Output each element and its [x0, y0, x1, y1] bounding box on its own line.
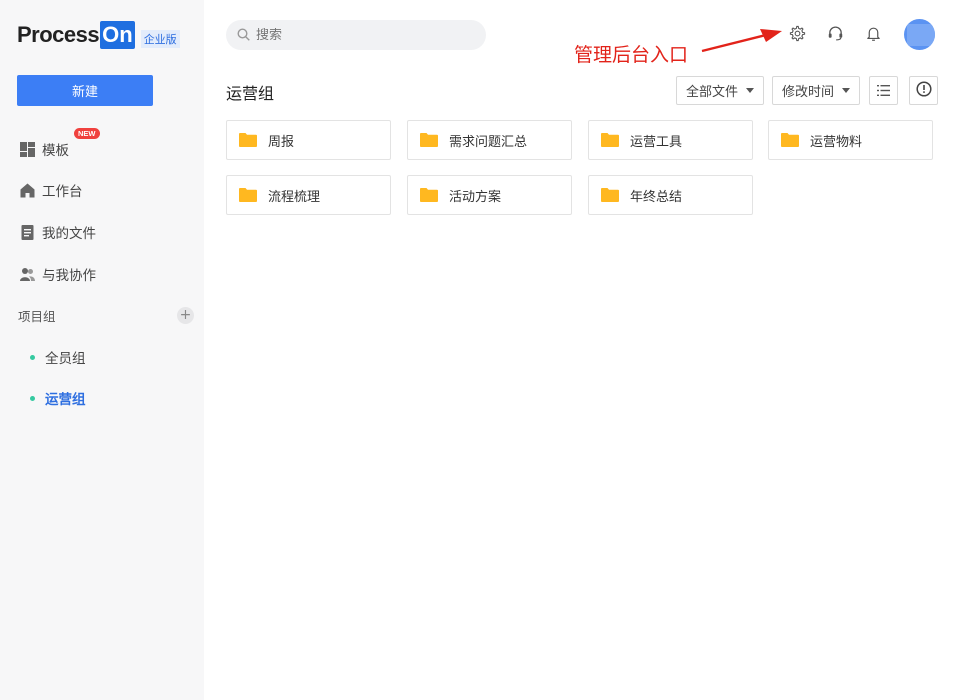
enterprise-badge: 企业版	[140, 30, 180, 48]
sidebar-item-label: 模板	[42, 143, 69, 159]
folder-card[interactable]: 活动方案	[407, 175, 572, 215]
new-button[interactable]: 新建	[17, 75, 153, 106]
folder-card[interactable]: 流程梳理	[226, 175, 391, 215]
people-icon	[20, 267, 35, 282]
processon-logo[interactable]: Process On 企业版	[17, 21, 180, 49]
caret-down-icon	[746, 88, 755, 93]
sidebar-item-label: 我的文件	[42, 226, 96, 242]
sidebar-item-collaboration[interactable]: 与我协作	[20, 264, 96, 284]
folder-icon	[420, 188, 438, 202]
info-button[interactable]	[909, 76, 938, 105]
sidebar-item-workbench[interactable]: 工作台	[20, 180, 83, 200]
sidebar-item-label: 与我协作	[42, 268, 96, 284]
sidebar-item-label: 工作台	[42, 184, 83, 200]
sidebar: Process On 企业版 新建 模板 NEW 工作台 我的文件 与我协作 项…	[0, 0, 204, 700]
search-input[interactable]	[256, 27, 456, 43]
filter-label: 全部文件	[686, 85, 739, 100]
sort-label: 修改时间	[782, 85, 835, 100]
folder-card[interactable]: 运营工具	[588, 120, 753, 160]
filter-dropdown[interactable]: 全部文件	[676, 76, 765, 105]
group-item-label: 运营组	[45, 392, 86, 408]
admin-entry-annotation: 管理后台入口	[574, 44, 689, 66]
search-bar[interactable]	[226, 20, 486, 50]
folder-name: 年终总结	[630, 189, 683, 205]
folder-card[interactable]: 运营物料	[768, 120, 933, 160]
caret-down-icon	[842, 88, 851, 93]
list-view-icon	[877, 81, 890, 100]
group-item-label: 全员组	[45, 351, 86, 367]
folder-card[interactable]: 周报	[226, 120, 391, 160]
group-dot	[30, 354, 35, 360]
folder-icon	[420, 133, 438, 147]
folder-name: 运营工具	[630, 134, 683, 150]
page-title: 运营组	[226, 84, 275, 103]
group-header-label: 项目组	[18, 309, 56, 324]
sidebar-item-templates[interactable]: 模板 NEW	[20, 128, 100, 159]
folder-icon	[601, 133, 619, 147]
settings-gear-icon[interactable]	[788, 24, 806, 42]
add-group-button[interactable]: +	[177, 307, 194, 324]
folder-card[interactable]: 年终总结	[588, 175, 753, 215]
folder-icon	[239, 133, 257, 147]
user-avatar[interactable]	[904, 19, 935, 50]
folder-card[interactable]: 需求问题汇总	[407, 120, 572, 160]
folder-icon	[781, 133, 799, 147]
group-dot	[30, 395, 35, 401]
annotation-arrow	[701, 29, 782, 53]
folder-name: 流程梳理	[268, 189, 321, 205]
template-grid-icon	[20, 141, 35, 157]
document-icon	[20, 224, 35, 240]
headset-support-icon[interactable]	[826, 24, 844, 42]
info-icon	[915, 80, 932, 101]
bell-icon[interactable]	[864, 24, 882, 42]
folder-icon	[239, 188, 257, 202]
list-view-button[interactable]	[869, 76, 898, 105]
logo-on-text: On	[100, 21, 135, 49]
project-group-header: 项目组 +	[18, 306, 194, 325]
folder-name: 活动方案	[449, 189, 502, 205]
folder-icon	[601, 188, 619, 202]
folder-name: 周报	[268, 134, 295, 150]
new-badge: NEW	[74, 128, 100, 139]
sort-dropdown[interactable]: 修改时间	[772, 76, 861, 105]
folder-name: 需求问题汇总	[449, 134, 528, 150]
folder-name: 运营物料	[810, 134, 863, 150]
logo-process-text: Process	[17, 22, 100, 47]
home-icon	[20, 183, 35, 198]
group-item-all-staff[interactable]: 全员组	[30, 347, 86, 367]
search-icon	[237, 26, 250, 45]
sidebar-item-my-files[interactable]: 我的文件	[20, 222, 96, 242]
group-item-operations[interactable]: 运营组	[30, 388, 86, 408]
